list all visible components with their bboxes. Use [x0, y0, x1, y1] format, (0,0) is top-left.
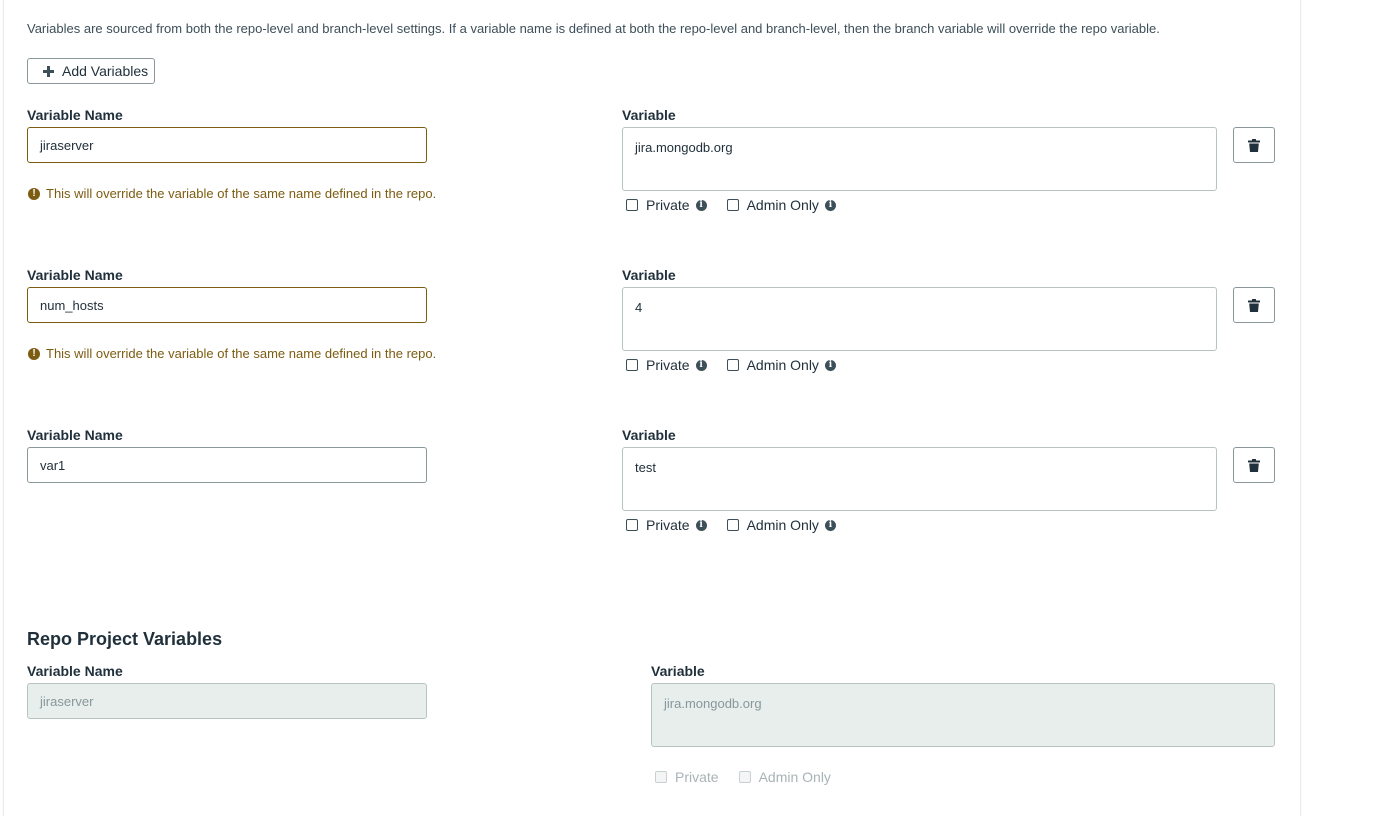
trash-icon	[1248, 458, 1260, 472]
info-circle-icon[interactable]: i	[824, 519, 836, 531]
repo-variable-name-input: jiraserver	[27, 683, 427, 719]
exclamation-circle-icon: !	[28, 187, 40, 200]
variable-options: Private i Admin Only i	[626, 197, 836, 213]
private-checkbox	[655, 771, 667, 783]
admin-only-checkbox	[738, 771, 751, 783]
exclamation-circle-icon: !	[28, 347, 40, 360]
plus-icon	[43, 65, 54, 77]
variable-value-textarea[interactable]: 4	[622, 287, 1217, 351]
variable-name-input[interactable]: jiraserver	[27, 127, 427, 163]
variable-value-label: Variable	[622, 427, 676, 443]
delete-variable-button[interactable]	[1233, 127, 1275, 163]
variable-name-label: Variable Name	[27, 427, 123, 443]
private-checkbox[interactable]	[626, 519, 638, 531]
info-circle-icon[interactable]: i	[824, 359, 836, 371]
delete-variable-button[interactable]	[1233, 287, 1275, 323]
override-warning: ! This will override the variable of the…	[28, 186, 436, 201]
variable-options: Private i Admin Only i	[626, 517, 836, 533]
info-circle-icon[interactable]: i	[695, 519, 707, 531]
repo-variable-value-textarea: jira.mongodb.org	[651, 683, 1275, 747]
info-circle-icon[interactable]: i	[695, 359, 707, 371]
override-warning-text: This will override the variable of the s…	[46, 186, 437, 201]
variable-name-input[interactable]: num_hosts	[27, 287, 427, 323]
variable-options: Private i Admin Only i	[626, 357, 836, 373]
variable-value-label: Variable	[651, 663, 705, 679]
info-circle-icon[interactable]: i	[824, 199, 836, 211]
variable-value-label: Variable	[622, 267, 676, 283]
private-label: Private	[646, 517, 690, 533]
variable-name-label: Variable Name	[27, 107, 123, 123]
variable-name-input[interactable]: var1	[27, 447, 427, 483]
override-warning: ! This will override the variable of the…	[28, 346, 436, 361]
private-checkbox[interactable]	[626, 199, 638, 211]
trash-icon	[1248, 138, 1260, 152]
variable-value-label: Variable	[622, 107, 676, 123]
add-variables-label: Add Variables	[62, 63, 149, 79]
variable-name-label: Variable Name	[27, 267, 123, 283]
admin-only-label: Admin Only	[746, 357, 819, 373]
private-label: Private	[675, 769, 719, 785]
override-warning-text: This will override the variable of the s…	[46, 346, 437, 361]
trash-icon	[1248, 298, 1260, 312]
variable-name-label: Variable Name	[27, 663, 123, 679]
admin-only-label: Admin Only	[758, 769, 831, 785]
admin-only-checkbox[interactable]	[726, 519, 739, 531]
private-checkbox[interactable]	[626, 359, 638, 371]
variable-value-textarea[interactable]: jira.mongodb.org	[622, 127, 1217, 191]
repo-variables-title: Repo Project Variables	[27, 629, 223, 649]
variable-value-textarea[interactable]: test	[622, 447, 1217, 511]
private-label: Private	[646, 197, 690, 213]
admin-only-checkbox[interactable]	[726, 359, 739, 371]
info-circle-icon[interactable]: i	[695, 199, 707, 211]
repo-variable-options: Private Admin Only	[655, 769, 831, 785]
intro-text: Variables are sourced from both the repo…	[27, 21, 1160, 36]
add-variables-button[interactable]: Add Variables	[27, 58, 155, 84]
admin-only-checkbox[interactable]	[726, 199, 739, 211]
private-label: Private	[646, 357, 690, 373]
delete-variable-button[interactable]	[1233, 447, 1275, 483]
admin-only-label: Admin Only	[746, 197, 819, 213]
admin-only-label: Admin Only	[746, 517, 819, 533]
